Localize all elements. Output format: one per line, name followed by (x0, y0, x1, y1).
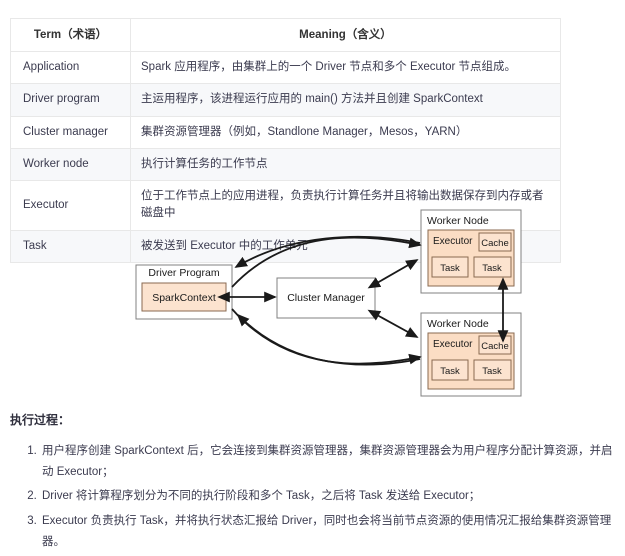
worker-node-1-task-2-label: Task (482, 263, 502, 274)
cluster-manager-box: Cluster Manager (276, 277, 376, 319)
column-header-term: Term（术语） (10, 17, 131, 53)
table-row: Worker node 执行计算任务的工作节点 (10, 147, 561, 182)
spark-context-box: SparkContext (141, 282, 227, 312)
process-step-list: 用户程序创建 SparkContext 后，它会连接到集群资源管理器，集群资源管… (10, 441, 620, 553)
cell-meaning: Spark 应用程序，由集群上的一个 Driver 节点和多个 Executor… (130, 51, 561, 85)
cell-meaning: 主运用程序，该进程运行应用的 main() 方法并且创建 SparkContex… (130, 83, 561, 117)
worker-node-1-cache-label: Cache (481, 238, 508, 249)
table-row: Driver program 主运用程序，该进程运行应用的 main() 方法并… (10, 83, 561, 117)
cell-meaning: 执行计算任务的工作节点 (130, 147, 561, 182)
process-step: 用户程序创建 SparkContext 后，它会连接到集群资源管理器，集群资源管… (40, 441, 620, 484)
process-section: 执行过程： 用户程序创建 SparkContext 后，它会连接到集群资源管理器… (10, 412, 620, 556)
cell-meaning: 集群资源管理器（例如，Standlone Manager，Mesos，YARN） (130, 115, 561, 149)
worker-node-2-task-2-label: Task (482, 366, 502, 377)
spark-context-label: SparkContext (152, 292, 216, 304)
cell-term: Worker node (10, 147, 131, 182)
worker-node-2-executor-label: Executor (433, 339, 473, 350)
process-title: 执行过程： (10, 413, 71, 427)
worker-node-1-box: Worker Node Executor Cache Task Task (420, 209, 522, 294)
worker-node-1-executor-label: Executor (433, 236, 473, 247)
cell-term: Application (10, 51, 131, 85)
driver-program-label: Driver Program (148, 267, 219, 279)
arrow-worker2-to-driver (236, 313, 421, 366)
cell-term: Cluster manager (10, 115, 131, 149)
table-row: Application Spark 应用程序，由集群上的一个 Driver 节点… (10, 51, 561, 85)
worker-node-2-title: Worker Node (427, 318, 489, 330)
process-step: Executor 负责执行 Task，并将执行状态汇报给 Driver，同时也会… (40, 511, 620, 554)
column-header-meaning: Meaning（含义） (130, 17, 561, 53)
worker-node-2-cache-label: Cache (481, 341, 508, 352)
worker-node-2-box: Worker Node Executor Cache Task Task (420, 312, 522, 397)
cluster-manager-label: Cluster Manager (287, 292, 365, 304)
table-row: Cluster manager 集群资源管理器（例如，Standlone Man… (10, 115, 561, 149)
cell-term: Driver program (10, 83, 131, 117)
worker-node-2-task-1-label: Task (440, 366, 460, 377)
arrow-clustermanager-worker2 (367, 309, 419, 338)
arrow-clustermanager-worker1 (367, 259, 419, 289)
table-header-row: Term（术语） Meaning（含义） (10, 17, 561, 53)
worker-node-1-title: Worker Node (427, 215, 489, 227)
arrow-worker1-to-driver (234, 235, 421, 268)
worker-node-1-task-1-label: Task (440, 263, 460, 274)
spark-architecture-diagram: Driver Program SparkContext Cluster Mana… (0, 205, 625, 405)
process-step: Driver 将计算程序划分为不同的执行阶段和多个 Task，之后将 Task … (40, 486, 620, 507)
table-header: Term（术语） Meaning（含义） (10, 17, 561, 53)
